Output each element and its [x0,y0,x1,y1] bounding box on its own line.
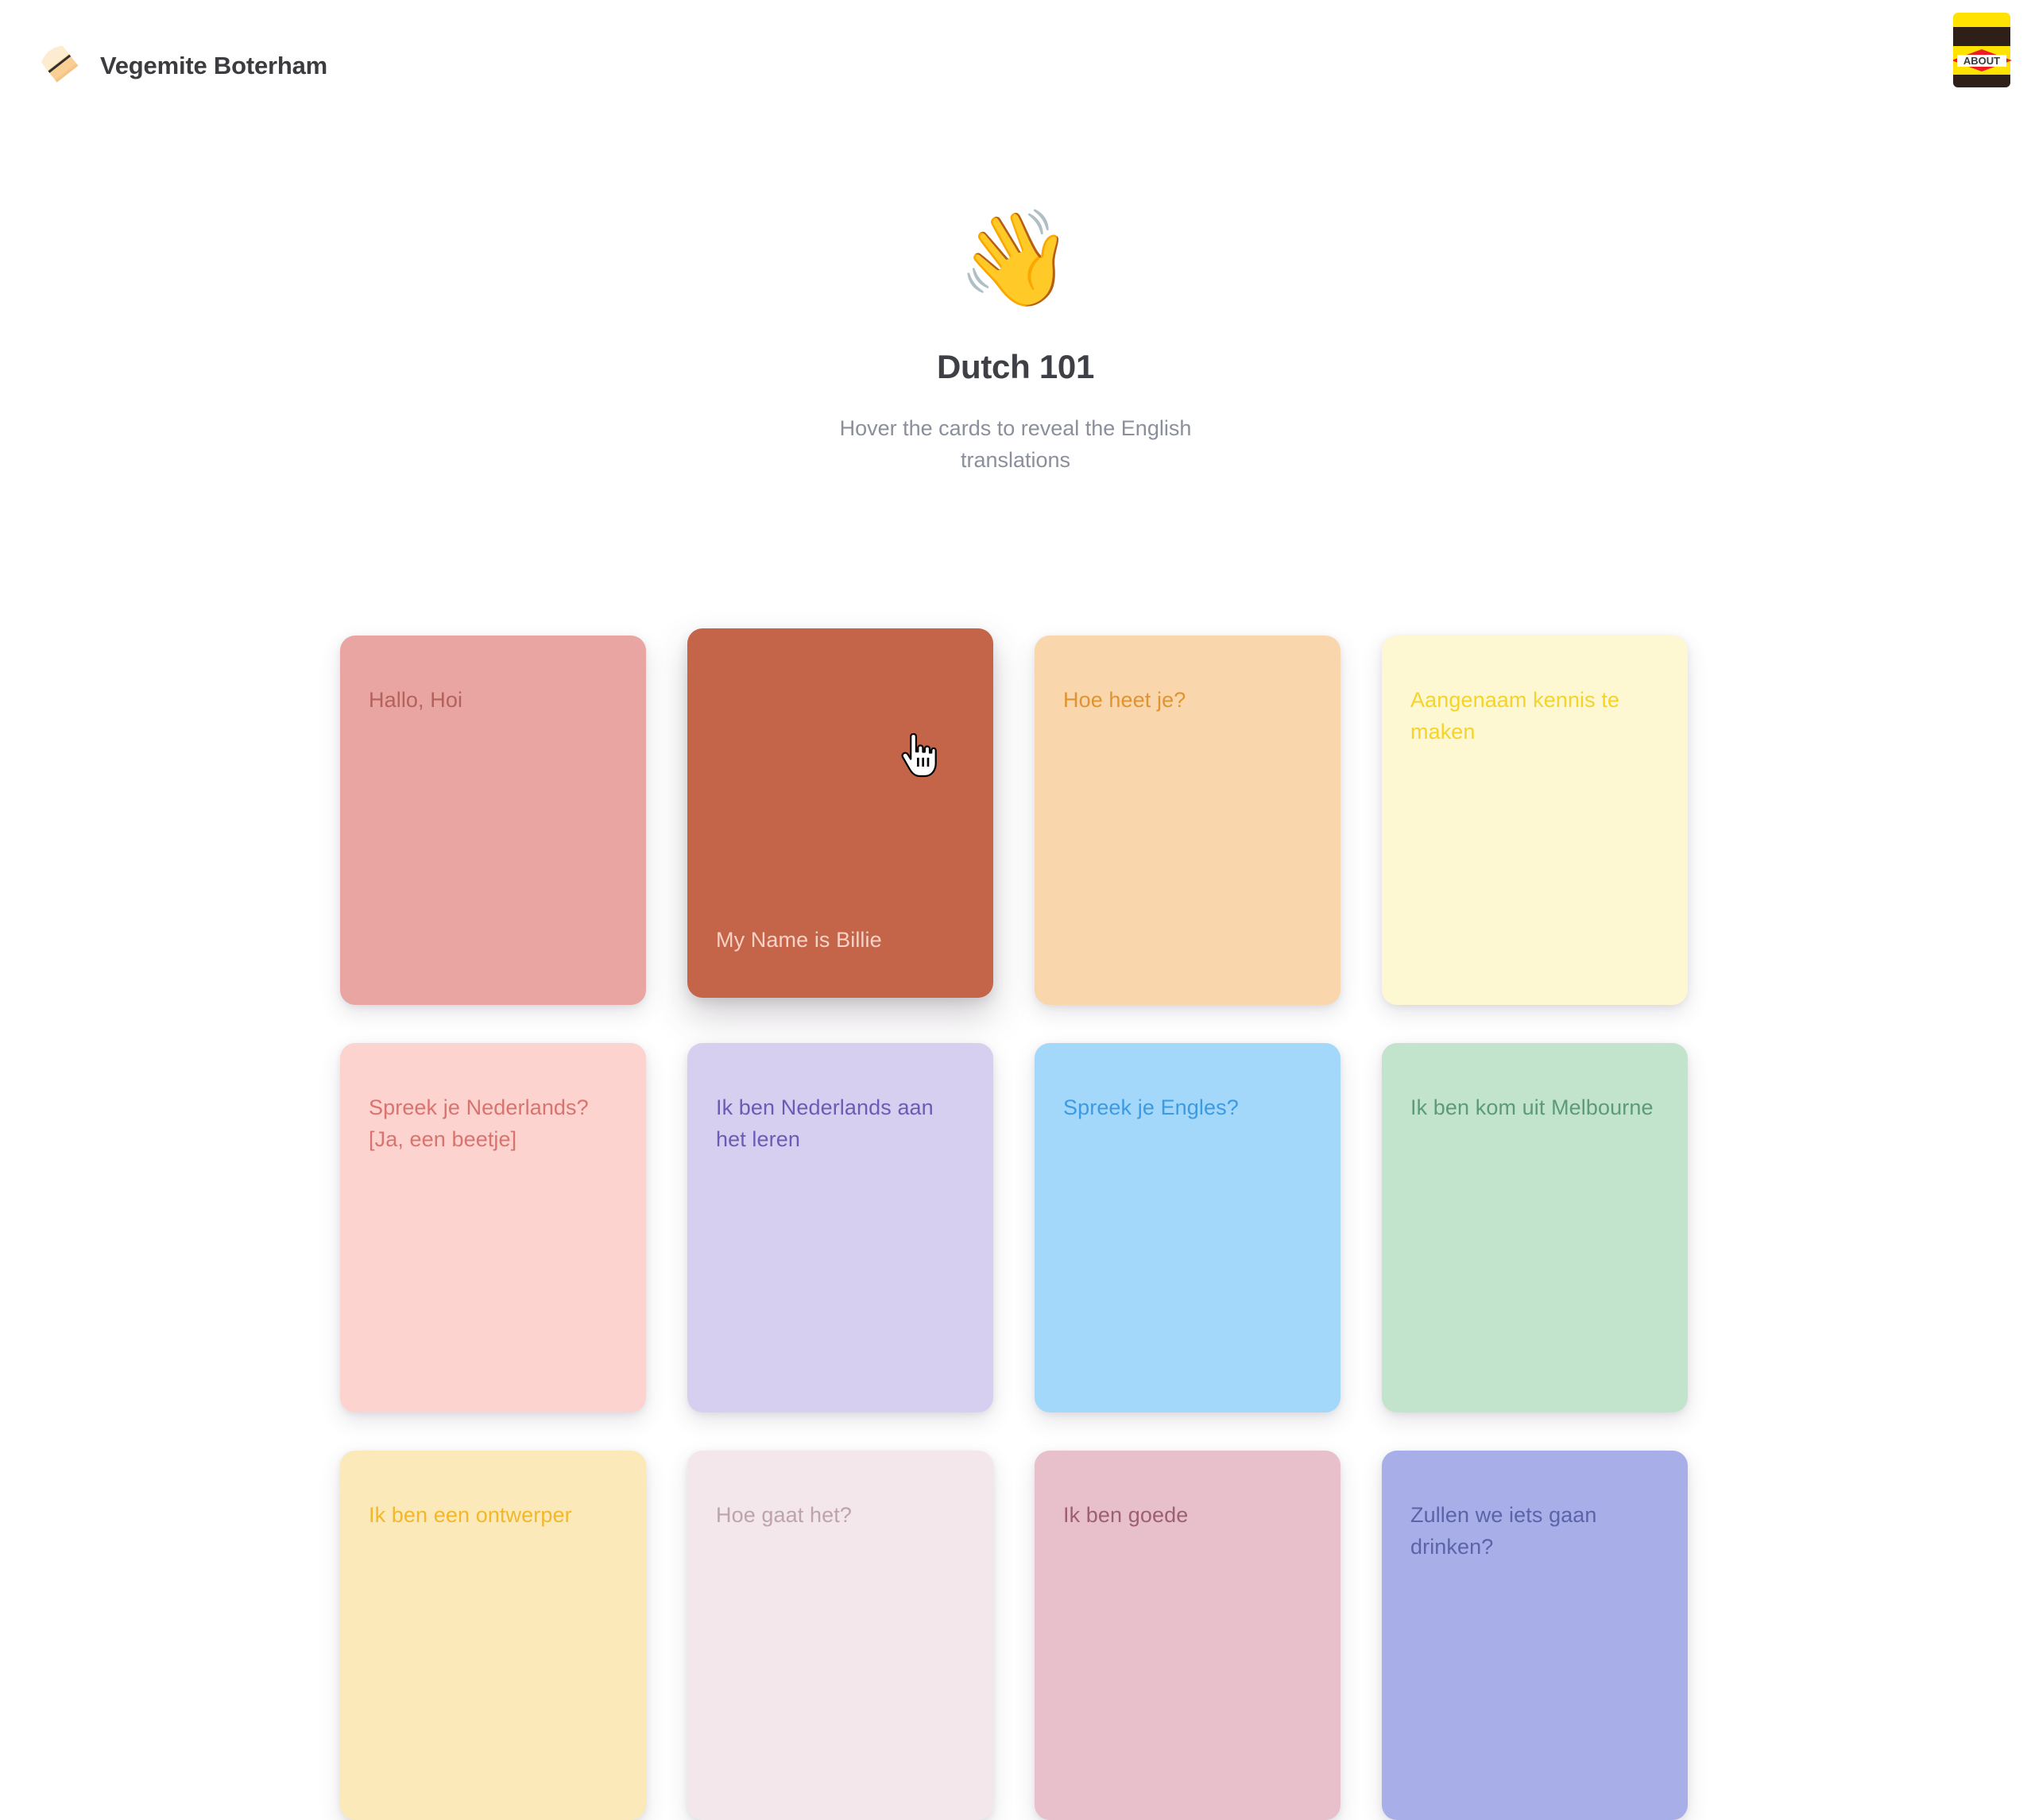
flashcard[interactable]: My Name is Billie [687,628,993,998]
flashcard[interactable]: Ik ben goede [1035,1451,1340,1820]
flashcard[interactable]: Spreek je Engles? [1035,1043,1340,1412]
about-button[interactable]: ABOUT [1953,10,2020,91]
flashcard-text: Aangenaam kennis te maken [1410,688,1620,744]
flashcard[interactable]: Ik ben kom uit Melbourne [1382,1043,1688,1412]
flashcard[interactable]: Ik ben een ontwerper [340,1451,646,1820]
about-label: ABOUT [1963,55,2000,67]
flashcard-text: Ik ben Nederlands aan het leren [716,1095,934,1151]
brand[interactable]: Vegemite Boterham [37,41,327,91]
flashcard[interactable]: Ik ben Nederlands aan het leren [687,1043,993,1412]
flashcard[interactable]: Spreek je Nederlands? [Ja, een beetje] [340,1043,646,1412]
waving-hand-icon: 👋 [957,207,1074,311]
page-subtitle: Hover the cards to reveal the English tr… [839,416,1192,472]
flashcard-text: Spreek je Engles? [1063,1095,1239,1119]
top-bar: Vegemite Boterham ABOUT [0,0,2031,119]
flashcard[interactable]: Hallo, Hoi [340,636,646,1005]
flashcard-text: Hoe heet je? [1063,688,1186,712]
flashcard-text: My Name is Billie [716,928,882,953]
flashcard-text: Zullen we iets gaan drinken? [1410,1503,1597,1559]
flashcard-text: Ik ben een ontwerper [369,1503,572,1527]
bread-slice-icon [37,41,86,91]
page-title: Dutch 101 [936,348,1095,385]
flashcard-text: Ik ben goede [1063,1503,1189,1527]
brand-title: Vegemite Boterham [100,52,328,79]
flashcard-text: Hallo, Hoi [369,688,463,712]
hero-section: 👋 Dutch 101 Hover the cards to reveal th… [0,207,2031,477]
flashcard[interactable]: Aangenaam kennis te maken [1382,636,1688,1005]
flashcard[interactable]: Hoe gaat het? [687,1451,993,1820]
flashcard[interactable]: Hoe heet je? [1035,636,1340,1005]
flashcard[interactable]: Zullen we iets gaan drinken? [1382,1451,1688,1820]
flashcard-text: Ik ben kom uit Melbourne [1410,1095,1654,1119]
flashcard-text: Spreek je Nederlands? [Ja, een beetje] [369,1095,589,1151]
flashcard-text: Hoe gaat het? [716,1503,852,1527]
flashcard-grid: Hallo, Hoi My Name is Billie Hoe heet je? A… [340,628,1691,1820]
vegemite-jar-icon: ABOUT [1953,13,2012,87]
